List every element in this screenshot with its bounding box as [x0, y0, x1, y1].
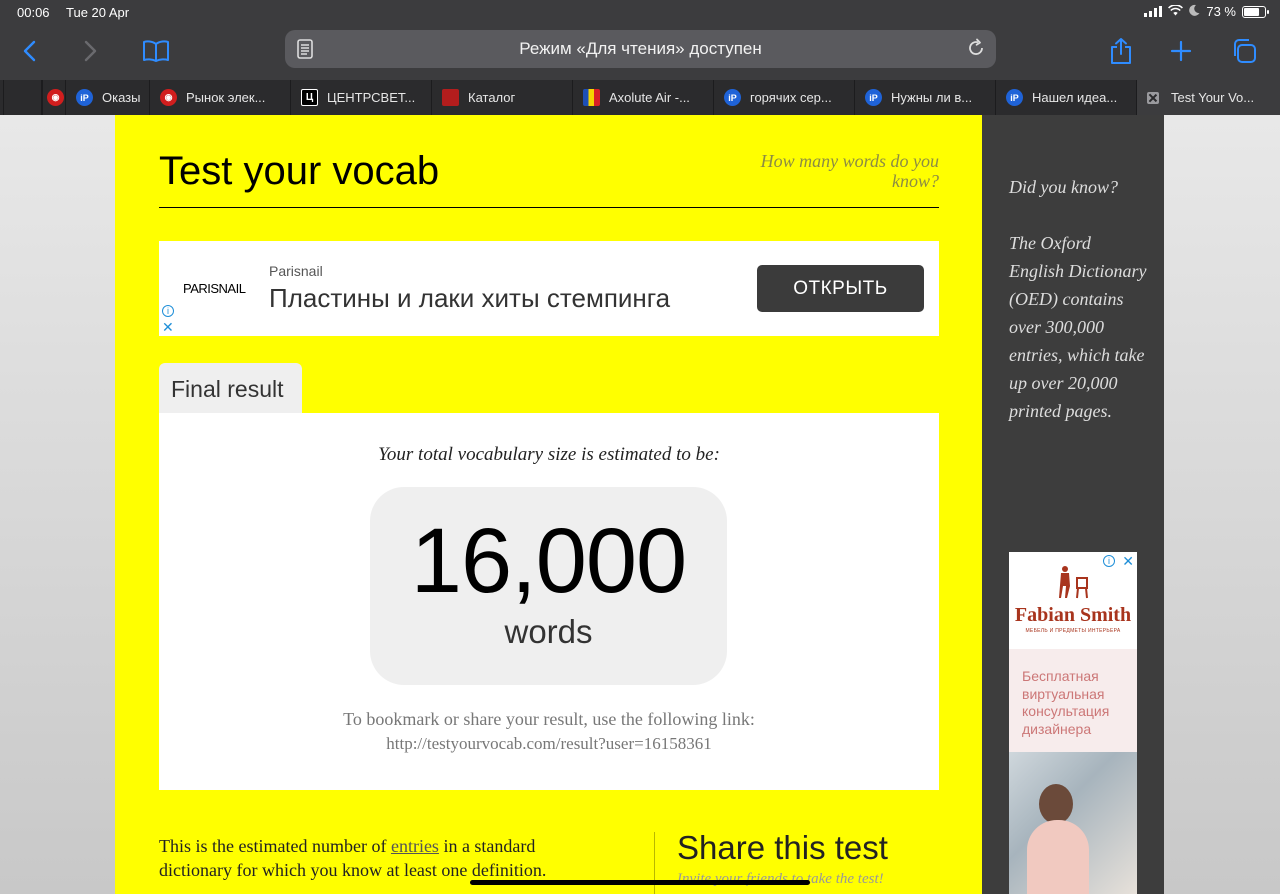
- sidebar-ad-photo-body: [1027, 820, 1089, 894]
- moon-icon: [1189, 4, 1200, 19]
- ad-info-icon[interactable]: i: [162, 305, 174, 317]
- share-instructions: To bookmark or share your result, use th…: [343, 709, 755, 729]
- tab-label: Test Your Vo...: [1171, 90, 1255, 105]
- share-link[interactable]: http://testyourvocab.com/result?user=161…: [159, 734, 939, 754]
- tab-label: Оказы: [102, 90, 141, 105]
- ad-info-icon[interactable]: i: [1103, 555, 1115, 567]
- explanation-text: This is the estimated number of: [159, 836, 391, 856]
- ad-brand: Parisnail: [269, 263, 323, 279]
- tab-label: Рынок элек...: [186, 90, 266, 105]
- browser-toolbar: Режим «Для чтения» доступен: [0, 26, 1280, 80]
- ad-chair-logo-icon: [1053, 564, 1093, 605]
- tab-label: Нужны ли в...: [891, 90, 973, 105]
- tab-label: Axolute Air -...: [609, 90, 690, 105]
- result-explanation: This is the estimated number of entries …: [159, 834, 579, 882]
- tab-2[interactable]: iP Оказы: [65, 80, 149, 115]
- share-title: Share this test: [677, 829, 888, 866]
- main-content: Test your vocab How many words do you kn…: [115, 115, 982, 894]
- sidebar-ad-photo-person: [1039, 784, 1073, 824]
- tab-active[interactable]: Test Your Vo...: [1136, 80, 1280, 115]
- tab-4[interactable]: Ц ЦЕНТРСВЕТ...: [290, 80, 431, 115]
- battery-icon: [1242, 5, 1269, 18]
- forward-button[interactable]: [76, 36, 106, 66]
- tab-favicon-icon: [583, 89, 600, 106]
- result-bubble: 16,000 words: [370, 487, 727, 685]
- tab-overflow-left: [0, 80, 42, 115]
- tab-favicon-icon: iP: [865, 89, 882, 106]
- tab-label: горячих сер...: [750, 90, 832, 105]
- status-time: 00:06: [17, 5, 50, 20]
- signal-icon: [1144, 6, 1163, 17]
- battery-percent: 73 %: [1206, 4, 1236, 19]
- result-number: 16,000: [410, 510, 687, 612]
- tab-7[interactable]: iP горячих сер...: [713, 80, 854, 115]
- sidebar-ad[interactable]: i ✕ Fabian Smith МЕБЕЛЬ И ПРЕДМЕТЫ ИНТЕР…: [1009, 552, 1137, 894]
- did-you-know-heading: Did you know?: [1009, 177, 1118, 197]
- tab-label: Каталог: [468, 90, 516, 105]
- sidebar-ad-sub: МЕБЕЛЬ И ПРЕДМЕТЫ ИНТЕРЬЕРА: [1025, 628, 1121, 634]
- result-panel: Your total vocabulary size is estimated …: [159, 413, 939, 790]
- tab-label: Нашел идеа...: [1032, 90, 1118, 105]
- entries-link[interactable]: entries: [391, 836, 439, 856]
- sidebar-ad-text: Бесплатная виртуальная консультация диза…: [1022, 668, 1110, 737]
- back-button[interactable]: [14, 36, 44, 66]
- tab-favicon-icon: iP: [724, 89, 741, 106]
- tab-favicon-icon: ◉: [160, 89, 177, 106]
- reader-mode-icon[interactable]: [297, 39, 313, 64]
- home-indicator[interactable]: [470, 880, 810, 885]
- final-result-tab: Final result: [159, 363, 302, 413]
- page-title: Test your vocab: [159, 149, 440, 193]
- tab-favicon-icon: [442, 89, 459, 106]
- tab-favicon-icon: iP: [1006, 89, 1023, 106]
- tab-1[interactable]: ◉: [42, 80, 65, 115]
- tab-bar: ◉ iP Оказы ◉ Рынок элек... Ц ЦЕНТРСВЕТ... К…: [0, 80, 1280, 115]
- address-text: Режим «Для чтения» доступен: [519, 39, 762, 58]
- tab-close-icon[interactable]: [1147, 91, 1159, 104]
- tab-9[interactable]: iP Нашел идеа...: [995, 80, 1136, 115]
- ad-open-button[interactable]: ОТКРЫТЬ: [757, 265, 924, 312]
- did-you-know-fact: The Oxford English Dictionary (OED) cont…: [1009, 233, 1147, 421]
- ad-close-icon[interactable]: ✕: [1122, 553, 1134, 570]
- page-tagline: How many words do you know?: [760, 151, 939, 191]
- title-divider: [159, 207, 939, 208]
- tab-6[interactable]: Axolute Air -...: [572, 80, 713, 115]
- wifi-icon: [1168, 4, 1184, 19]
- tab-favicon-icon: Ц: [301, 89, 318, 106]
- ad-logo: PARISNAIL: [183, 281, 246, 296]
- share-icon[interactable]: [1106, 36, 1136, 66]
- tab-8[interactable]: iP Нужны ли в...: [854, 80, 995, 115]
- bookmarks-book-icon[interactable]: [141, 36, 171, 66]
- address-bar[interactable]: Режим «Для чтения» доступен: [285, 30, 996, 68]
- tab-favicon-icon: iP: [76, 89, 93, 106]
- result-unit: words: [504, 613, 593, 650]
- new-tab-plus-icon[interactable]: [1166, 36, 1196, 66]
- result-lead: Your total vocabulary size is estimated …: [378, 444, 720, 465]
- reload-icon[interactable]: [966, 38, 986, 63]
- ad-close-icon[interactable]: ✕: [162, 320, 174, 334]
- status-date: Tue 20 Apr: [66, 5, 130, 20]
- banner-ad[interactable]: PARISNAIL Parisnail Пластины и лаки хиты…: [159, 241, 939, 336]
- tab-label: ЦЕНТРСВЕТ...: [327, 90, 416, 105]
- tab-favicon-icon: ◉: [47, 89, 64, 106]
- status-bar: 00:06 Tue 20 Apr 73 %: [0, 0, 1280, 26]
- status-indicators: 73 %: [1144, 4, 1269, 19]
- tabs-overview-icon[interactable]: [1229, 36, 1259, 66]
- ad-headline: Пластины и лаки хиты стемпинга: [269, 283, 671, 313]
- tab-5[interactable]: Каталог: [431, 80, 572, 115]
- sidebar-ad-brand: Fabian Smith: [1014, 604, 1132, 626]
- tab-3[interactable]: ◉ Рынок элек...: [149, 80, 290, 115]
